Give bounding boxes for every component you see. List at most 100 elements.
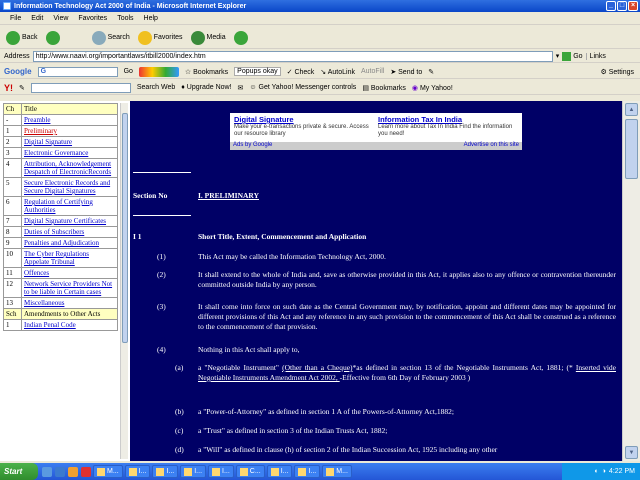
back-button[interactable]: Back xyxy=(6,30,38,45)
google-go-button[interactable]: Go xyxy=(124,68,133,75)
toc-row[interactable]: 10 The Cyber Regulations Appelate Tribuna… xyxy=(3,248,118,268)
menu-view[interactable]: View xyxy=(53,15,68,22)
toc-row[interactable]: 12 Network Service Providers Not to be li… xyxy=(3,278,118,298)
start-button[interactable]: Start xyxy=(0,463,38,480)
toc-row[interactable]: 3 Electronic Governance xyxy=(3,147,118,159)
search-button[interactable]: Search xyxy=(91,30,130,45)
autolink-button[interactable]: ↘ AutoLink xyxy=(320,68,355,76)
menu-help[interactable]: Help xyxy=(144,15,158,22)
toc-title-cell[interactable]: Regulation of Certifying Authorities xyxy=(21,196,118,216)
forward-button[interactable] xyxy=(45,30,60,45)
toc-title-cell[interactable]: Electronic Governance xyxy=(21,147,118,159)
messenger-button[interactable]: ☺ Get Yahoo! Messenger controls xyxy=(249,84,356,91)
toc-scrollbar[interactable] xyxy=(120,103,128,459)
close-button[interactable]: × xyxy=(628,1,638,11)
minimize-button[interactable]: _ xyxy=(606,1,616,11)
toc-link[interactable]: Duties of Subscribers xyxy=(24,228,84,236)
toc-link[interactable]: Offences xyxy=(24,269,49,277)
toc-row[interactable]: 13 Miscellaneous xyxy=(3,297,118,309)
taskbar-button[interactable]: M... xyxy=(322,465,352,478)
page-scroll-thumb[interactable] xyxy=(625,119,638,179)
my-yahoo-button[interactable]: ◉ My Yahoo! xyxy=(412,84,453,92)
taskbar-button[interactable]: M... xyxy=(93,465,123,478)
toc-title-cell[interactable]: Indian Penal Code xyxy=(21,319,118,331)
toc-row[interactable]: 6 Regulation of Certifying Authorities xyxy=(3,196,118,216)
page-scrollbar[interactable]: ▲ ▼ xyxy=(622,101,640,461)
other-than-cheque-link[interactable]: (Other than a Cheque) xyxy=(282,363,352,372)
toc-row[interactable]: 2 Digital Signature xyxy=(3,136,118,148)
toc-title-cell[interactable]: Miscellaneous xyxy=(21,297,118,309)
toc-title-cell[interactable]: Digital Signature Certificates xyxy=(21,215,118,227)
toc-link[interactable]: The Cyber Regulations Appelate Tribunal xyxy=(24,250,89,266)
toc-link[interactable]: Preamble xyxy=(24,116,50,124)
check-button[interactable]: ✓ Check xyxy=(287,68,315,76)
go-button[interactable]: Go xyxy=(562,51,583,61)
media-button[interactable]: Media xyxy=(190,30,226,45)
quicklaunch-icon[interactable] xyxy=(68,466,78,477)
yahoo-logo[interactable]: Y! xyxy=(4,83,13,93)
tray-icon[interactable]: ◐ xyxy=(594,468,598,475)
taskbar-button[interactable]: I... xyxy=(180,465,207,478)
toc-title-cell[interactable]: Secure Electronic Records and Secure Dig… xyxy=(21,177,118,197)
toc-row[interactable]: - Preamble xyxy=(3,114,118,126)
popups-button[interactable]: Popups okay xyxy=(234,67,281,76)
yahoo-search-input[interactable] xyxy=(30,82,131,93)
google-search-input[interactable]: G xyxy=(37,66,118,77)
toc-row[interactable]: 1 Preliminary xyxy=(3,125,118,137)
address-input[interactable]: http://www.naavi.org/importantlaws/itbil… xyxy=(32,50,553,62)
toc-row[interactable]: 11 Offences xyxy=(3,267,118,279)
toc-link[interactable]: Indian Penal Code xyxy=(24,321,76,329)
toc-link[interactable]: Electronic Governance xyxy=(24,149,88,157)
toc-link[interactable]: Penalties and Adjudication xyxy=(24,239,99,247)
toc-row[interactable]: 9 Penalties and Adjudication xyxy=(3,237,118,249)
toc-row[interactable]: 7 Digital Signature Certificates xyxy=(3,215,118,227)
favorites-button[interactable]: Favorites xyxy=(137,30,183,45)
toc-title-cell[interactable]: Penalties and Adjudication xyxy=(21,237,118,249)
mail-dropdown-icon[interactable]: ✉ xyxy=(238,84,244,92)
menu-tools[interactable]: Tools xyxy=(117,15,133,22)
toc-link[interactable]: Digital Signature Certificates xyxy=(24,217,106,225)
ad-right-title[interactable]: Information Tax In India xyxy=(378,115,519,124)
toc-title-cell[interactable]: Duties of Subscribers xyxy=(21,226,118,238)
google-icons[interactable] xyxy=(138,66,179,77)
toc-link[interactable]: Network Service Providers Not to be liab… xyxy=(24,280,112,296)
toc-link[interactable]: Attribution, Acknowledgement Despatch of… xyxy=(24,160,111,176)
dropdown-arrow-icon[interactable]: ▾ xyxy=(556,52,560,60)
toc-title-cell[interactable]: Digital Signature xyxy=(21,136,118,148)
tray-icon[interactable]: ◑ xyxy=(602,468,606,475)
toc-title-cell[interactable]: Preliminary xyxy=(21,125,118,137)
scroll-up-icon[interactable]: ▲ xyxy=(625,103,638,116)
google-logo[interactable]: Google xyxy=(4,67,32,76)
pencil-icon[interactable]: ✎ xyxy=(428,68,434,76)
toc-title-cell[interactable]: Attribution, Acknowledgement Despatch of… xyxy=(21,158,118,178)
ads-by-google-link[interactable]: Ads by Google xyxy=(233,142,272,150)
upgrade-button[interactable]: ♦ Upgrade Now! xyxy=(181,84,231,91)
ie-quicklaunch-icon[interactable] xyxy=(55,466,65,477)
toc-title-cell[interactable]: Preamble xyxy=(21,114,118,126)
toc-row[interactable]: 1 Indian Penal Code xyxy=(3,319,118,331)
yahoo-pencil-icon[interactable]: ✎ xyxy=(19,84,25,92)
toc-title-cell[interactable]: Offences xyxy=(21,267,118,279)
toc-row[interactable]: 5 Secure Electronic Records and Secure Di… xyxy=(3,177,118,197)
quicklaunch-icon[interactable] xyxy=(81,466,91,477)
ad-left-title[interactable]: Digital Signature xyxy=(234,115,375,124)
taskbar-button[interactable]: I... xyxy=(294,465,321,478)
toc-scroll-thumb[interactable] xyxy=(122,113,128,343)
ad-left[interactable]: Digital Signature Make your e-transactio… xyxy=(232,115,377,138)
taskbar-button[interactable]: I... xyxy=(208,465,234,478)
menu-favorites[interactable]: Favorites xyxy=(78,15,107,22)
history-icon[interactable] xyxy=(233,30,248,45)
taskbar-button[interactable]: I... xyxy=(266,465,293,478)
maximize-button[interactable]: □ xyxy=(617,1,627,11)
toc-row[interactable]: 8 Duties of Subscribers xyxy=(3,226,118,238)
toc-title-cell[interactable]: Network Service Providers Not to be liab… xyxy=(21,278,118,298)
yahoo-bookmarks-button[interactable]: ▤ Bookmarks xyxy=(362,84,406,92)
show-desktop-icon[interactable] xyxy=(42,466,52,477)
links-button[interactable]: Links xyxy=(585,52,606,60)
toc-link[interactable]: Preliminary xyxy=(24,127,57,135)
advertise-link[interactable]: Advertise on this site xyxy=(464,142,519,150)
toc-link[interactable]: Secure Electronic Records and Secure Dig… xyxy=(24,179,110,195)
ad-right[interactable]: Information Tax In India Learn more abou… xyxy=(376,115,521,138)
sendto-button[interactable]: ➤ Send to xyxy=(390,68,422,76)
settings-button[interactable]: ⚙ Settings xyxy=(600,68,640,76)
